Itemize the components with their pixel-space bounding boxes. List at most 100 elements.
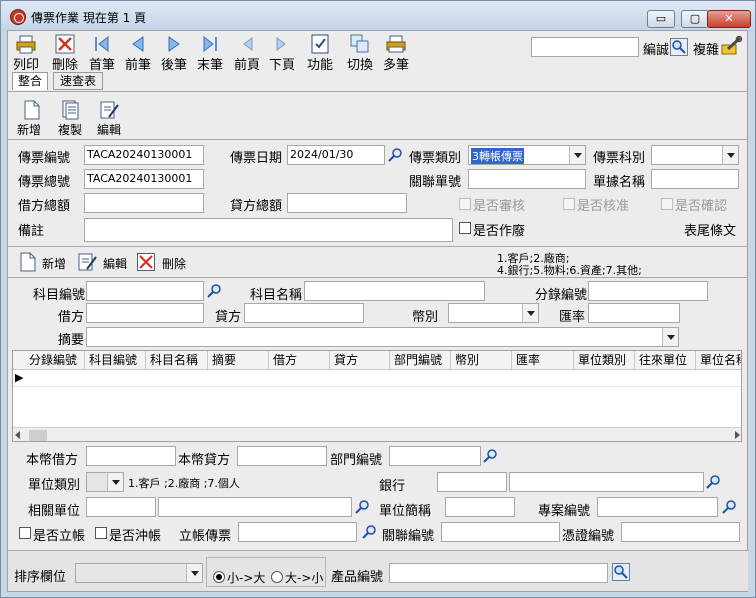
new-detail-icon[interactable] <box>20 252 36 272</box>
toolbar-previous-record-button[interactable]: 前筆 <box>118 32 158 73</box>
chevron-down-icon[interactable] <box>662 328 678 346</box>
toolbar-first-record-button[interactable]: 首筆 <box>82 32 122 73</box>
related-unit-name-field[interactable] <box>158 497 352 517</box>
copy-document-icon[interactable] <box>62 100 80 120</box>
related-code-field[interactable] <box>441 522 560 542</box>
related-unit-code-field[interactable] <box>86 497 156 517</box>
new-document-icon[interactable] <box>24 100 40 120</box>
column-header[interactable]: 往來單位 <box>635 351 696 369</box>
related-no-field[interactable] <box>468 169 586 189</box>
dept-field[interactable] <box>389 446 481 466</box>
scroll-thumb[interactable] <box>29 430 47 441</box>
debit-field[interactable] <box>86 303 204 323</box>
currency-select[interactable] <box>448 303 539 323</box>
doc-new-button[interactable]: 新增 <box>17 121 41 138</box>
detail-grid[interactable]: 分錄編號科目編號科目名稱摘要借方貸方部門編號幣別匯率單位類別往來單位單位名稱 ▶ <box>12 350 742 442</box>
sort-desc-radio[interactable] <box>271 571 283 583</box>
sort-asc-radio[interactable] <box>213 571 225 583</box>
approved-checkbox[interactable] <box>563 198 575 210</box>
voucher-date-field[interactable]: 2024/01/30 <box>287 145 385 165</box>
confirmed-checkbox[interactable] <box>661 198 673 210</box>
close-button[interactable]: ✕ <box>707 10 751 28</box>
account-name-field[interactable] <box>304 281 485 301</box>
debit-total-field[interactable] <box>84 193 204 213</box>
detail-new-button[interactable]: 新增 <box>42 255 66 272</box>
chevron-down-icon[interactable] <box>522 304 538 322</box>
column-header[interactable]: 部門編號 <box>390 351 451 369</box>
related-unit-lookup-icon[interactable] <box>355 499 371 515</box>
search-icon[interactable] <box>670 38 688 56</box>
doc-copy-button[interactable]: 複製 <box>58 121 82 138</box>
doc-edit-button[interactable]: 編輯 <box>97 121 121 138</box>
toolbar-previous-page-button[interactable]: 前頁 <box>227 32 267 73</box>
footer-text-label[interactable]: 表尾條文 <box>684 220 736 239</box>
entry-no-field[interactable] <box>588 281 708 301</box>
edit-document-icon[interactable] <box>100 100 120 120</box>
chevron-down-icon[interactable] <box>107 473 123 491</box>
summary-select[interactable] <box>86 327 679 347</box>
account-code-field[interactable] <box>86 281 204 301</box>
voucher-type-select[interactable]: 3轉帳傳票 <box>468 145 586 165</box>
toolbar-search-input[interactable] <box>531 37 639 57</box>
product-field[interactable] <box>389 563 608 583</box>
column-header[interactable]: 借方 <box>269 351 330 369</box>
detail-delete-button[interactable]: 刪除 <box>162 255 186 272</box>
toolbar-printer-button[interactable]: 列印 <box>6 32 46 73</box>
voucher-subject-select[interactable] <box>651 145 739 165</box>
chevron-down-icon[interactable] <box>569 146 585 164</box>
dept-lookup-icon[interactable] <box>483 448 499 464</box>
bank-name-field[interactable] <box>509 472 704 492</box>
open-voucher-field[interactable] <box>238 522 357 542</box>
toolbar-next-page-button[interactable]: 下頁 <box>262 32 302 73</box>
column-header[interactable]: 單位名稱 <box>696 351 741 369</box>
remark-field[interactable] <box>84 218 453 242</box>
minimize-button[interactable]: ▭ <box>647 10 675 28</box>
scroll-right-icon[interactable] <box>735 431 740 439</box>
total-no-field[interactable]: TACA20240130001 <box>84 169 204 189</box>
open-voucher-lookup-icon[interactable] <box>362 524 378 540</box>
toolbar-next-record-button[interactable]: 後筆 <box>154 32 194 73</box>
local-credit-field[interactable] <box>237 446 327 466</box>
column-header[interactable]: 貸方 <box>330 351 390 369</box>
unit-type-select[interactable] <box>86 472 124 492</box>
detail-edit-button[interactable]: 編輯 <box>103 255 127 272</box>
toolbar-function-button[interactable]: 功能 <box>300 32 340 73</box>
void-checkbox[interactable] <box>459 222 471 234</box>
is-offset-checkbox[interactable] <box>95 527 107 539</box>
column-header[interactable]: 摘要 <box>208 351 269 369</box>
scroll-left-icon[interactable] <box>15 431 20 439</box>
column-header[interactable]: 匯率 <box>512 351 574 369</box>
toolbar-multi-record-button[interactable]: 多筆 <box>376 32 416 73</box>
local-debit-field[interactable] <box>86 446 176 466</box>
wrench-icon[interactable] <box>720 35 742 57</box>
project-lookup-icon[interactable] <box>722 499 738 515</box>
rate-field[interactable] <box>588 303 680 323</box>
sort-select[interactable] <box>75 563 203 583</box>
is-open-checkbox[interactable] <box>19 527 31 539</box>
bank-code-field[interactable] <box>437 472 507 492</box>
tab-integrated[interactable]: 整合 <box>12 72 48 90</box>
bank-lookup-icon[interactable] <box>706 474 722 490</box>
account-lookup-icon[interactable] <box>207 283 223 299</box>
voucher-no-field[interactable]: TACA20240130001 <box>84 145 204 165</box>
title-bar[interactable]: 傳票作業 現在第 1 頁 ▭ ▢ ✕ <box>1 1 755 31</box>
table-row[interactable]: ▶ <box>13 370 741 387</box>
tab-quick-lookup[interactable]: 速查表 <box>53 72 103 90</box>
grid-horizontal-scrollbar[interactable] <box>13 427 741 441</box>
project-field[interactable] <box>597 497 718 517</box>
product-search-icon[interactable] <box>612 563 630 581</box>
toolbar-delete-button[interactable]: 刪除 <box>45 32 85 73</box>
column-header[interactable]: 分錄編號 <box>25 351 85 369</box>
column-header[interactable]: 科目編號 <box>85 351 146 369</box>
credit-total-field[interactable] <box>287 193 407 213</box>
unit-abbr-field[interactable] <box>445 497 515 517</box>
column-header[interactable]: 科目名稱 <box>146 351 208 369</box>
edit-detail-icon[interactable] <box>78 252 98 272</box>
proof-field[interactable] <box>621 522 740 542</box>
column-header[interactable]: 幣別 <box>451 351 512 369</box>
chevron-down-icon[interactable] <box>186 564 202 582</box>
chevron-down-icon[interactable] <box>722 146 738 164</box>
credit-field[interactable] <box>244 303 364 323</box>
reviewed-checkbox[interactable] <box>459 198 471 210</box>
delete-detail-icon[interactable] <box>137 253 155 271</box>
